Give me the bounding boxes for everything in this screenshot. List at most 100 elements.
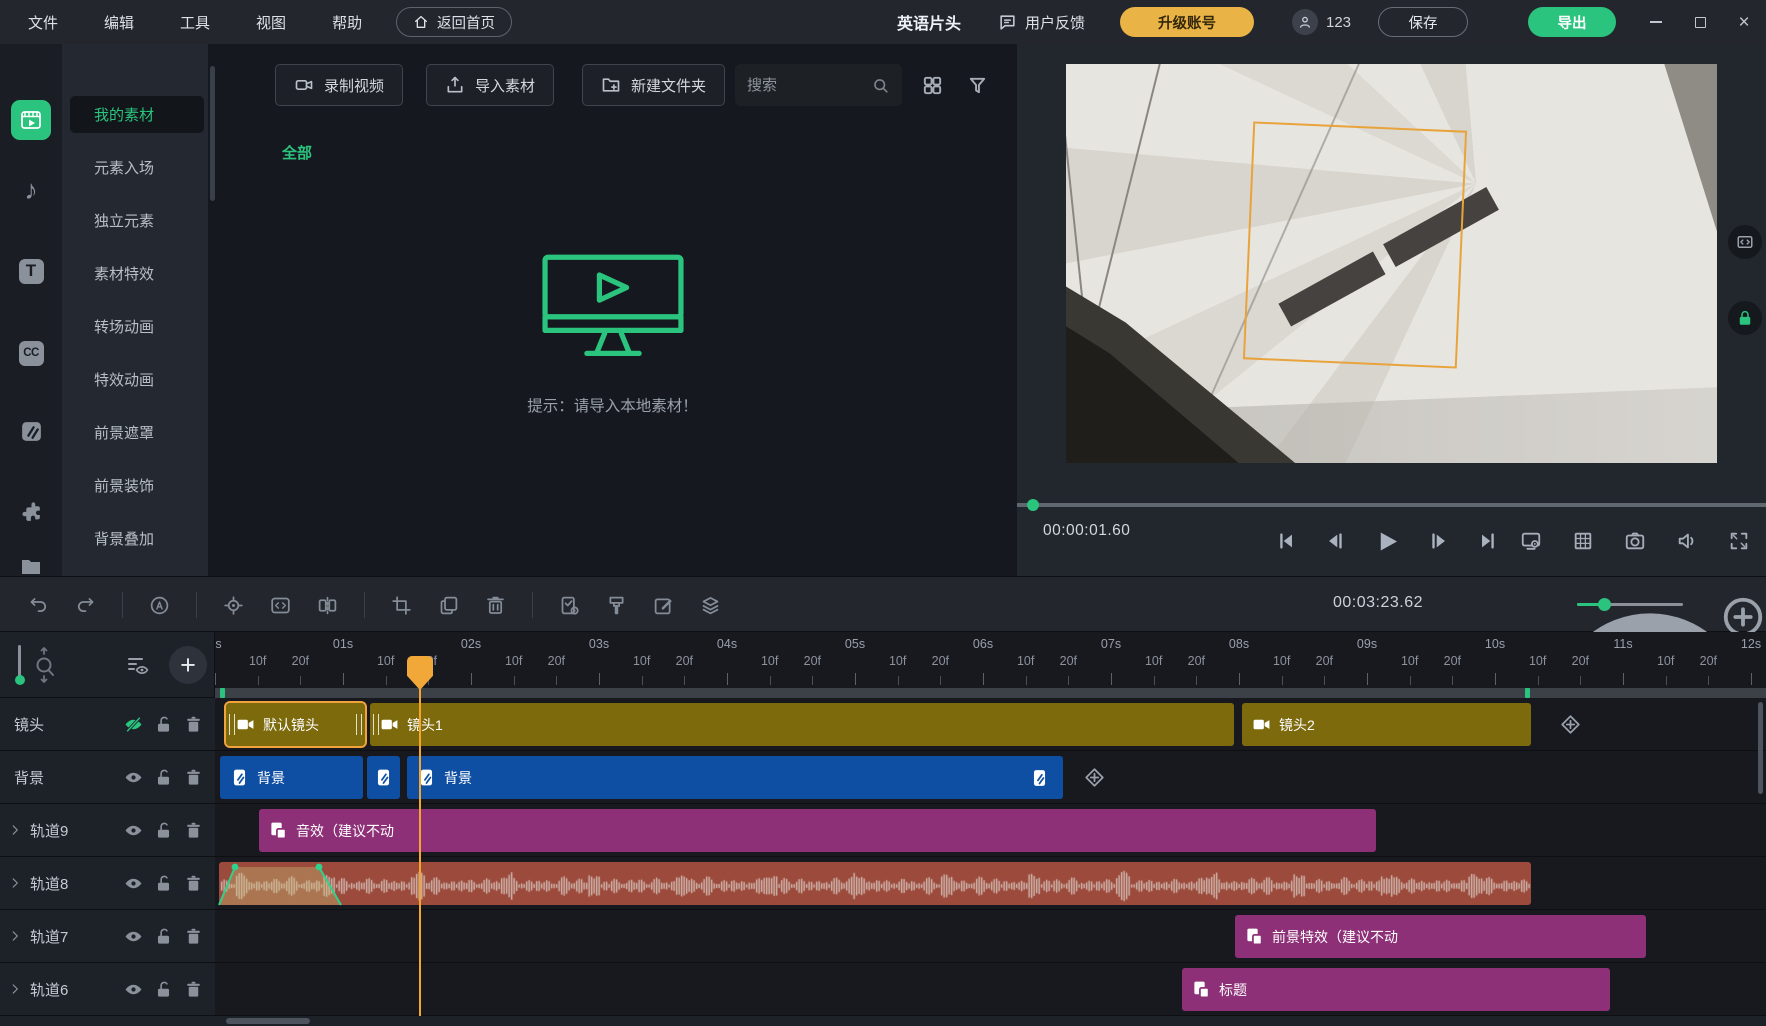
maximize-button[interactable]	[1692, 14, 1708, 30]
trim-handle-left[interactable]	[229, 714, 235, 735]
grid-icon[interactable]	[1572, 530, 1594, 552]
new-folder-button[interactable]: 新建文件夹	[582, 64, 725, 106]
lock-icon[interactable]	[154, 980, 173, 999]
account[interactable]: 123	[1292, 9, 1351, 35]
rail-item-transition[interactable]	[11, 411, 51, 451]
delete-track-icon[interactable]	[184, 821, 203, 840]
track-header-镜头[interactable]: 镜头	[0, 698, 215, 751]
lock-icon[interactable]	[154, 821, 173, 840]
lock-icon[interactable]	[154, 768, 173, 787]
library-nav-item[interactable]: 我的素材	[70, 96, 204, 133]
clip-镜头2[interactable]: 镜头2	[1242, 703, 1531, 746]
undo-icon[interactable]	[28, 595, 49, 616]
track-header-轨道8[interactable]: 轨道8	[0, 857, 215, 910]
chevron-right-icon[interactable]	[8, 876, 22, 890]
play-icon[interactable]	[1374, 528, 1401, 555]
lock-icon[interactable]	[154, 715, 173, 734]
chevron-right-icon[interactable]	[8, 823, 22, 837]
delete-track-icon[interactable]	[184, 768, 203, 787]
snapshot-icon[interactable]	[1624, 530, 1646, 552]
library-scrollbar[interactable]	[210, 66, 215, 201]
menu-item[interactable]: 编辑	[86, 7, 152, 38]
track-header-轨道6[interactable]: 轨道6	[0, 963, 215, 1016]
copy-icon[interactable]	[438, 595, 459, 616]
menu-item[interactable]: 帮助	[314, 7, 380, 38]
clip-默认镜头[interactable]: 默认镜头	[226, 703, 365, 746]
library-nav-item[interactable]: 前景装饰	[70, 467, 204, 504]
track-header-轨道9[interactable]: 轨道9	[0, 804, 215, 857]
upgrade-account-button[interactable]: 升级账号	[1120, 7, 1254, 37]
delete-track-icon[interactable]	[184, 715, 203, 734]
clip-镜头1[interactable]: 镜头1	[370, 703, 1234, 746]
preview-seekbar[interactable]	[1017, 503, 1766, 507]
lock-icon[interactable]	[154, 874, 173, 893]
frame-forward-icon[interactable]	[1428, 530, 1450, 552]
clip-背景[interactable]: 背景	[220, 756, 363, 799]
brush-icon[interactable]	[606, 595, 627, 616]
trim-handle-left[interactable]	[373, 714, 379, 735]
feedback-button[interactable]: 用户反馈	[998, 0, 1085, 44]
delete-track-icon[interactable]	[184, 927, 203, 946]
screen-record-icon[interactable]	[1520, 530, 1542, 552]
add-keyframe-icon[interactable]	[1557, 711, 1584, 738]
clip-background[interactable]	[367, 756, 400, 799]
library-nav-item[interactable]: 元素入场	[70, 149, 204, 186]
visibility-icon[interactable]	[124, 821, 143, 840]
record-video-button[interactable]: 录制视频	[275, 64, 403, 106]
visibility-icon[interactable]	[124, 874, 143, 893]
volume-envelope[interactable]	[219, 862, 349, 905]
speaker-icon[interactable]	[1676, 530, 1698, 552]
timeline-ruler[interactable]: 0s10f20f01s10f20f02s10f20f03s10f20f04s10…	[215, 632, 1766, 688]
save-button[interactable]: 保存	[1378, 7, 1468, 37]
selection-box[interactable]	[1243, 121, 1467, 368]
crop-icon[interactable]	[391, 595, 412, 616]
lock-button[interactable]	[1728, 301, 1762, 335]
code-icon[interactable]	[270, 595, 291, 616]
visibility-icon[interactable]	[124, 768, 143, 787]
clip-前景特效（建议不动[interactable]: 前景特效（建议不动	[1235, 915, 1646, 958]
range-handle[interactable]	[220, 688, 225, 698]
timeline-zoom-slider[interactable]	[1577, 603, 1683, 606]
menu-item[interactable]: 文件	[10, 7, 76, 38]
grid-view-icon[interactable]	[921, 74, 944, 97]
fit-screen-button[interactable]	[1728, 225, 1762, 259]
clip-音效（建议不动[interactable]: 音效（建议不动	[259, 809, 1376, 852]
preview-canvas[interactable]	[1066, 64, 1717, 463]
close-button[interactable]: ×	[1736, 14, 1752, 30]
rail-item-plugin[interactable]	[11, 491, 51, 531]
edit-icon[interactable]	[653, 595, 674, 616]
visibility-icon[interactable]	[124, 980, 143, 999]
lock-icon[interactable]	[154, 927, 173, 946]
menu-item[interactable]: 视图	[238, 7, 304, 38]
library-nav-item[interactable]: 转场动画	[70, 308, 204, 345]
playhead-line[interactable]	[419, 688, 421, 1016]
zoom-slider-knob[interactable]	[1598, 598, 1611, 611]
minimize-button[interactable]	[1648, 14, 1664, 30]
add-track-button[interactable]: +	[169, 646, 207, 684]
home-button[interactable]: 返回首页	[396, 7, 512, 37]
library-nav-item[interactable]: 特效动画	[70, 361, 204, 398]
rail-item-text[interactable]: T	[11, 251, 51, 291]
frame-back-icon[interactable]	[1324, 530, 1346, 552]
clip-背景[interactable]: 背景	[407, 756, 1063, 799]
split-icon[interactable]	[317, 595, 338, 616]
trim-handle-right[interactable]	[356, 714, 362, 735]
redo-icon[interactable]	[75, 595, 96, 616]
delete-icon[interactable]	[485, 595, 506, 616]
track-header-背景[interactable]: 背景	[0, 751, 215, 804]
clip-audio[interactable]	[219, 862, 1531, 905]
visibility-icon[interactable]	[124, 715, 143, 734]
timeline-rangebar[interactable]	[215, 688, 1766, 698]
timeline-vertical-scrollbar[interactable]	[1758, 702, 1763, 794]
menu-item[interactable]: 工具	[162, 7, 228, 38]
skip-end-icon[interactable]	[1477, 530, 1499, 552]
vertical-zoom-icon[interactable]	[33, 645, 59, 685]
filter-icon[interactable]	[966, 74, 989, 97]
skip-start-icon[interactable]	[1275, 530, 1297, 552]
device-check-icon[interactable]	[559, 595, 580, 616]
library-nav-item[interactable]: 素材特效	[70, 255, 204, 292]
rail-item-audio[interactable]: ♪	[11, 170, 51, 210]
tab-all[interactable]: 全部	[282, 142, 312, 163]
library-nav-item[interactable]: 前景遮罩	[70, 414, 204, 451]
marker-a-icon[interactable]	[149, 595, 170, 616]
